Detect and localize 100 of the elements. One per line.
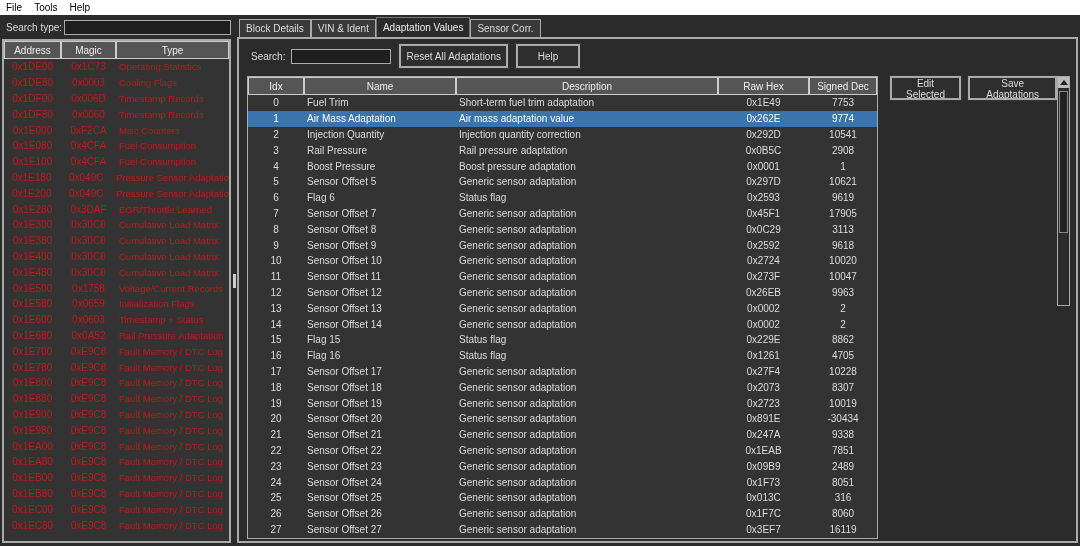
table-cell-text: 10020 (828, 255, 858, 267)
table-cell-text: 0x1E880 (11, 393, 54, 405)
table-cell-text: Generic sensor adaptation (458, 207, 578, 219)
column-header[interactable]: Address (4, 41, 61, 59)
tab[interactable]: Adaptation Values (375, 17, 471, 37)
table-row[interactable]: 4 Boost Pressure Boost pressure adaptation 0x0001 1 (248, 158, 877, 174)
menu-item[interactable]: Help (69, 2, 91, 13)
column-header[interactable]: Raw Hex (718, 77, 809, 95)
column-header[interactable]: Signed Dec (809, 77, 877, 95)
table-cell-text: 0x4CFA (69, 156, 108, 168)
table-row[interactable]: 17 Sensor Offset 17 Generic sensor adaptation 0x27F4 10228 (248, 363, 877, 380)
table-cell-text: 0x1E280 (11, 203, 54, 215)
tab[interactable]: Block Details (239, 19, 311, 37)
table-row[interactable]: 13 Sensor Offset 13 Generic sensor adaptation 0x0002 2 (248, 300, 877, 317)
table-cell-text: Pressure Sensor Adaptatio (115, 171, 229, 183)
action-button[interactable]: Save Adaptations (968, 76, 1058, 100)
table-row[interactable]: 10 Sensor Offset 10 Generic sensor adaptation 0x2724 10020 (248, 252, 877, 269)
table-cell-text: 12 (269, 286, 283, 298)
table-cell-text: Fault Memory / DTC Log (118, 503, 224, 515)
tab[interactable]: Sensor Corr. (470, 19, 541, 37)
table-cell-text: 0x049C (68, 187, 105, 199)
table-cell-text: 0x3EF7 (745, 523, 782, 535)
table-row[interactable]: 0 Fuel Trim Short-term fuel trim adaptation 0x1E49 7753 (248, 95, 877, 111)
table-cell-text: 14 (269, 318, 283, 330)
table-cell-text: Generic sensor adaptation (458, 271, 578, 283)
table-cell-text: Sensor Offset 9 (306, 239, 378, 251)
table-row[interactable]: 1 Air Mass Adaptation Air mass adaptation value 0x262E 9774 (248, 110, 877, 127)
toolbar-button[interactable]: Help (516, 44, 580, 68)
table-row[interactable]: 9 Sensor Offset 9 Generic sensor adaptation 0x2592 9618 (248, 237, 877, 253)
table-cell-text: 9619 (830, 192, 856, 204)
table-cell-text: 7 (272, 207, 280, 219)
table-cell-text: 0xE9C8 (69, 487, 108, 499)
table-cell-text: Pressure Sensor Adaptatio (115, 187, 229, 199)
table-row[interactable]: 14 Sensor Offset 14 Generic sensor adaptation 0x0002 2 (248, 316, 877, 332)
menu-item[interactable]: Tools (34, 2, 58, 13)
table-cell-text: 0x1EA00 (11, 440, 54, 452)
table-cell-text: 0x26EB (745, 286, 782, 298)
table-cell-text: 0xE9C8 (69, 472, 108, 484)
menu-item[interactable]: File (6, 2, 23, 13)
table-cell-text: 8 (272, 223, 280, 235)
table-row[interactable]: 25 Sensor Offset 25 Generic sensor adaptation 0x013C 316 (248, 489, 877, 506)
table-cell-text: 0x1DE80 (10, 77, 55, 89)
table-cell-text: 0xE9C8 (69, 377, 108, 389)
column-header[interactable]: Name (304, 77, 456, 95)
table-row[interactable]: 5 Sensor Offset 5 Generic sensor adaptation 0x297D 10621 (248, 174, 877, 190)
column-header[interactable]: Magic (61, 41, 116, 59)
search-type-label: Search type: (5, 21, 63, 33)
table-cell-text: 0x0002 (746, 302, 781, 314)
table-cell-text: 0x0C29 (745, 223, 782, 235)
table-cell-text: 0x262E (745, 113, 782, 125)
table-row[interactable]: 26 Sensor Offset 26 Generic sensor adaptation 0x1F7C 8060 (248, 505, 877, 522)
scrollbar[interactable] (1057, 76, 1070, 306)
table-row[interactable]: 3 Rail Pressure Rail pressure adaptation 0x0B5C 2908 (248, 142, 877, 159)
column-header[interactable]: Description (456, 77, 718, 95)
table-cell-text: 9 (272, 239, 280, 251)
action-button[interactable]: Edit Selected (890, 76, 961, 100)
table-cell-text: Fault Memory / DTC Log (118, 393, 224, 405)
column-header[interactable]: Type (116, 41, 229, 59)
table-row[interactable]: 11 Sensor Offset 11 Generic sensor adaptation 0x273F 10047 (248, 268, 877, 285)
table-row[interactable]: 21 Sensor Offset 21 Generic sensor adaptation 0x247A 9338 (248, 426, 877, 443)
table-cell-text: 0x1E49 (745, 97, 782, 109)
scroll-thumb[interactable] (1059, 91, 1068, 233)
table-cell-text: Generic sensor adaptation (458, 381, 578, 393)
table-row[interactable]: 16 Flag 16 Status flag 0x1261 4705 (248, 347, 877, 364)
table-cell-text: 7753 (830, 97, 856, 109)
table-row[interactable]: 8 Sensor Offset 8 Generic sensor adaptation 0x0C29 3113 (248, 221, 877, 238)
table-row[interactable]: 20 Sensor Offset 20 Generic sensor adaptation 0x891E -30434 (248, 410, 877, 427)
table-cell-text: 17905 (828, 207, 858, 219)
column-header[interactable]: Idx (248, 77, 304, 95)
table-row[interactable]: 18 Sensor Offset 18 Generic sensor adaptation 0x2073 8307 (248, 379, 877, 396)
toolbar-button[interactable]: Reset All Adaptations (399, 44, 508, 68)
table-row[interactable]: 15 Flag 15 Status flag 0x229E 8862 (248, 331, 877, 348)
table-cell-text: Timestamp Records (118, 108, 205, 120)
table-cell-text: Timestamp Records (118, 93, 205, 104)
table-cell-text: 0x1E400 (11, 250, 54, 262)
table-row[interactable]: 12 Sensor Offset 12 Generic sensor adaptation 0x26EB 9963 (248, 284, 877, 301)
table-cell-text: 0x1DE00 (10, 61, 55, 73)
table-cell-text: Generic sensor adaptation (458, 523, 578, 535)
table-cell-text: 10 (269, 255, 283, 267)
table-row[interactable]: 2 Injection Quantity Injection quantity correction 0x292D 10541 (248, 126, 877, 143)
search-type-field[interactable] (64, 19, 231, 35)
table-row[interactable]: 22 Sensor Offset 22 Generic sensor adaptation 0x1EAB 7851 (248, 442, 877, 459)
table-cell-text: Generic sensor adaptation (458, 223, 578, 235)
splitter-handle[interactable] (232, 273, 236, 288)
table-row[interactable]: 6 Flag 6 Status flag 0x2593 9619 (248, 189, 877, 206)
table-cell-text: 0x1E680 (11, 329, 54, 341)
table-cell-text: 21 (269, 429, 283, 441)
table-cell-text: 18 (269, 381, 283, 393)
table-cell-text: 0xE9C8 (69, 456, 108, 468)
table-row[interactable]: 24 Sensor Offset 24 Generic sensor adaptation 0x1F73 8051 (248, 474, 877, 490)
table-row[interactable]: 27 Sensor Offset 27 Generic sensor adaptation 0x3EF7 16119 (248, 521, 877, 538)
table-row[interactable]: 7 Sensor Offset 7 Generic sensor adaptation 0x45F1 17905 (248, 205, 877, 222)
tab[interactable]: VIN & Ident (310, 19, 376, 37)
table-row[interactable]: 23 Sensor Offset 23 Generic sensor adaptation 0x09B9 2489 (248, 458, 877, 475)
table-row[interactable]: 19 Sensor Offset 19 Generic sensor adaptation 0x2723 10019 (248, 395, 877, 411)
table-cell-text: 0x1DF80 (11, 108, 54, 120)
scroll-up-icon[interactable] (1058, 77, 1069, 88)
search-field[interactable] (291, 48, 392, 64)
table-cell-text: 0xE9C8 (69, 424, 108, 436)
table-cell-text: Fault Memory / DTC Log (118, 361, 224, 373)
